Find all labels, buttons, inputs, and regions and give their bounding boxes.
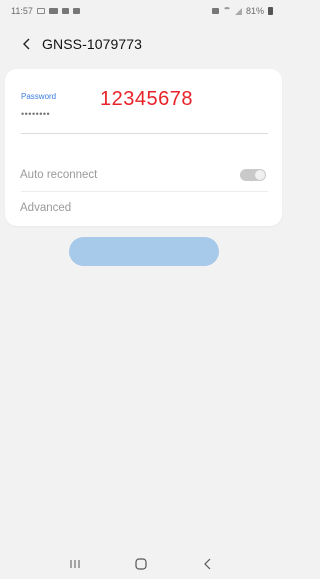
auto-reconnect-toggle[interactable] (240, 169, 266, 181)
notification-icon (36, 8, 45, 14)
video-icon (48, 8, 58, 14)
status-left: 11:57 (11, 6, 80, 16)
screen: 11:57 81% GNSS-1079773 Password ••••••••… (0, 0, 283, 579)
battery-percent: 81% (245, 6, 264, 16)
battery-icon (268, 7, 273, 15)
row-divider (21, 191, 268, 192)
settings-card: Password •••••••• 12345678 Auto reconnec… (5, 69, 282, 226)
wifi-icon (222, 7, 231, 15)
password-label: Password (21, 92, 57, 101)
password-field[interactable]: •••••••• (21, 109, 50, 119)
grid-icon (61, 8, 69, 14)
signal-icon (234, 7, 242, 15)
advanced-row[interactable]: Advanced (5, 194, 282, 222)
auto-reconnect-row[interactable]: Auto reconnect (5, 159, 282, 191)
header: GNSS-1079773 (0, 28, 283, 60)
status-time: 11:57 (11, 6, 33, 16)
password-underline (21, 133, 268, 134)
home-icon[interactable] (129, 554, 153, 574)
recent-apps-icon[interactable] (63, 554, 87, 574)
status-bar: 11:57 81% (0, 0, 283, 22)
alarm-icon (211, 8, 219, 14)
nav-back-icon[interactable] (196, 554, 220, 574)
navigation-bar (0, 548, 283, 579)
back-arrow-icon[interactable] (18, 35, 36, 53)
auto-reconnect-label: Auto reconnect (20, 169, 98, 181)
status-right: 81% (211, 6, 273, 16)
connect-button[interactable] (69, 237, 219, 266)
advanced-label: Advanced (20, 202, 72, 214)
password-annotation: 12345678 (100, 88, 193, 110)
toggle-knob (255, 170, 265, 180)
page-title: GNSS-1079773 (42, 36, 143, 52)
download-icon (72, 8, 80, 14)
